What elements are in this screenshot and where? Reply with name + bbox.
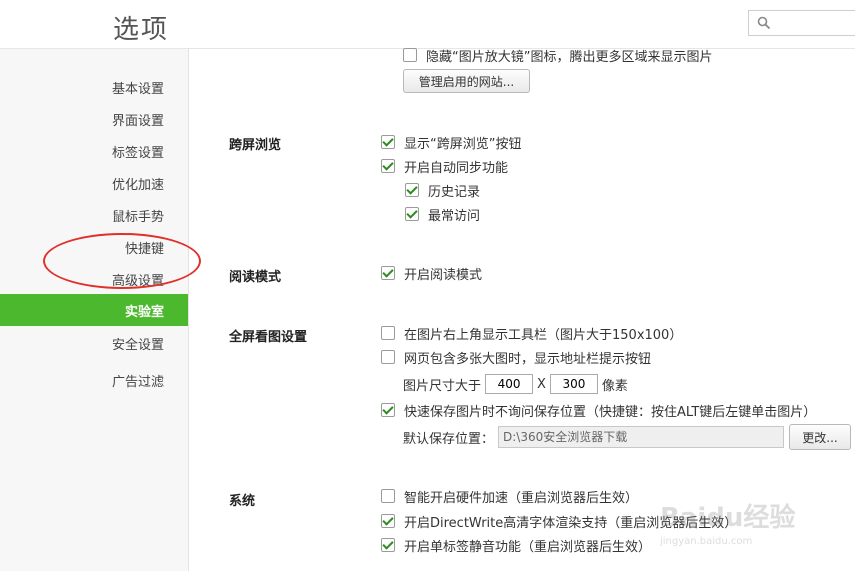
size-x-label: X bbox=[537, 376, 546, 392]
width-input[interactable] bbox=[485, 374, 534, 394]
section-title-reading: 阅读模式 bbox=[229, 270, 282, 285]
option-label: 开启自动同步功能 bbox=[404, 160, 509, 176]
option-label: 最常访问 bbox=[428, 208, 481, 224]
option-label: 在图片右上角显示工具栏（图片大于150x100） bbox=[404, 327, 683, 343]
reading-mode-option[interactable]: 开启阅读模式 bbox=[381, 264, 483, 283]
option-label: 开启单标签静音功能（重启浏览器后生效） bbox=[404, 539, 652, 555]
checkbox[interactable] bbox=[381, 489, 395, 503]
save-path-field[interactable]: D:\360安全浏览器下载 bbox=[498, 426, 784, 448]
option-label: 网页包含多张大图时，显示地址栏提示按钮 bbox=[404, 351, 652, 367]
sidebar-item-adblock[interactable]: 广告过滤 bbox=[112, 371, 164, 390]
sidebar-item-lab[interactable]: 实验室 bbox=[0, 294, 188, 326]
search-input[interactable] bbox=[748, 10, 855, 36]
hardware-accel-option[interactable]: 智能开启硬件加速（重启浏览器后生效） bbox=[381, 487, 639, 506]
image-toolbar-option[interactable]: 在图片右上角显示工具栏（图片大于150x100） bbox=[381, 324, 683, 343]
sidebar-item-security[interactable]: 安全设置 bbox=[112, 334, 164, 353]
size-prefix-label: 图片尺寸大于 bbox=[403, 378, 482, 394]
change-path-button[interactable]: 更改... bbox=[789, 424, 851, 450]
sidebar-item-shortcuts[interactable]: 快捷键 bbox=[125, 238, 164, 257]
sync-history-option[interactable]: 历史记录 bbox=[405, 181, 481, 200]
sidebar-item-optimize[interactable]: 优化加速 bbox=[112, 174, 164, 193]
sidebar-item-mouse-gestures[interactable]: 鼠标手势 bbox=[112, 206, 164, 225]
header: 选项 bbox=[0, 0, 855, 49]
sidebar: 基本设置 界面设置 标签设置 优化加速 鼠标手势 快捷键 高级设置 实验室 安全… bbox=[0, 49, 189, 571]
sidebar-item-label: 实验室 bbox=[124, 305, 164, 320]
page-title: 选项 bbox=[113, 15, 170, 45]
checkbox[interactable] bbox=[381, 403, 395, 417]
quick-save-option[interactable]: 快速保存图片时不询问保存位置（快捷键：按住ALT键后左键单击图片） bbox=[381, 401, 817, 420]
tab-mute-option[interactable]: 开启单标签静音功能（重启浏览器后生效） bbox=[381, 536, 652, 555]
address-bar-hint-option[interactable]: 网页包含多张大图时，显示地址栏提示按钮 bbox=[381, 348, 652, 367]
height-input[interactable] bbox=[549, 374, 598, 394]
image-size-row: 图片尺寸大于 X 像素 bbox=[403, 372, 628, 396]
option-label: 开启阅读模式 bbox=[404, 267, 483, 283]
checkbox[interactable] bbox=[381, 326, 395, 340]
checkbox[interactable] bbox=[381, 135, 395, 149]
option-label: 开启DirectWrite高清字体渲染支持（重启浏览器后生效） bbox=[404, 515, 738, 531]
show-cross-screen-option[interactable]: 显示“跨屏浏览”按钮 bbox=[381, 133, 522, 152]
checkbox[interactable] bbox=[405, 183, 419, 197]
main-panel: 隐藏“图片放大镜”图标，腾出更多区域来显示图片 管理启用的网站... 跨屏浏览 … bbox=[189, 46, 855, 571]
checkbox[interactable] bbox=[381, 159, 395, 173]
sidebar-item-tabs[interactable]: 标签设置 bbox=[112, 142, 164, 161]
option-label: 快速保存图片时不询问保存位置（快捷键：按住ALT键后左键单击图片） bbox=[404, 404, 817, 420]
checkbox[interactable] bbox=[381, 514, 395, 528]
checkbox[interactable] bbox=[381, 350, 395, 364]
section-title-system: 系统 bbox=[229, 494, 256, 509]
option-label: 显示“跨屏浏览”按钮 bbox=[404, 136, 522, 152]
option-label: 隐藏“图片放大镜”图标，腾出更多区域来显示图片 bbox=[426, 49, 713, 65]
sync-most-visited-option[interactable]: 最常访问 bbox=[405, 205, 481, 224]
option-label: 历史记录 bbox=[428, 184, 481, 200]
search-icon bbox=[757, 16, 771, 30]
manage-sites-button[interactable]: 管理启用的网站... bbox=[403, 69, 530, 93]
size-unit-label: 像素 bbox=[601, 378, 628, 394]
option-label: 智能开启硬件加速（重启浏览器后生效） bbox=[404, 490, 639, 506]
hide-magnifier-option[interactable]: 隐藏“图片放大镜”图标，腾出更多区域来显示图片 bbox=[403, 46, 713, 65]
checkbox[interactable] bbox=[381, 538, 395, 552]
sidebar-item-interface[interactable]: 界面设置 bbox=[112, 110, 164, 129]
checkbox[interactable] bbox=[403, 48, 417, 62]
save-location-label: 默认保存位置： bbox=[403, 431, 495, 447]
checkbox[interactable] bbox=[381, 266, 395, 280]
section-title-cross-screen: 跨屏浏览 bbox=[229, 138, 282, 153]
sidebar-item-basic[interactable]: 基本设置 bbox=[112, 78, 164, 97]
directwrite-option[interactable]: 开启DirectWrite高清字体渲染支持（重启浏览器后生效） bbox=[381, 512, 738, 531]
sidebar-item-advanced[interactable]: 高级设置 bbox=[112, 270, 164, 289]
checkbox[interactable] bbox=[405, 207, 419, 221]
section-title-fullscreen: 全屏看图设置 bbox=[229, 330, 308, 345]
auto-sync-option[interactable]: 开启自动同步功能 bbox=[381, 157, 509, 176]
